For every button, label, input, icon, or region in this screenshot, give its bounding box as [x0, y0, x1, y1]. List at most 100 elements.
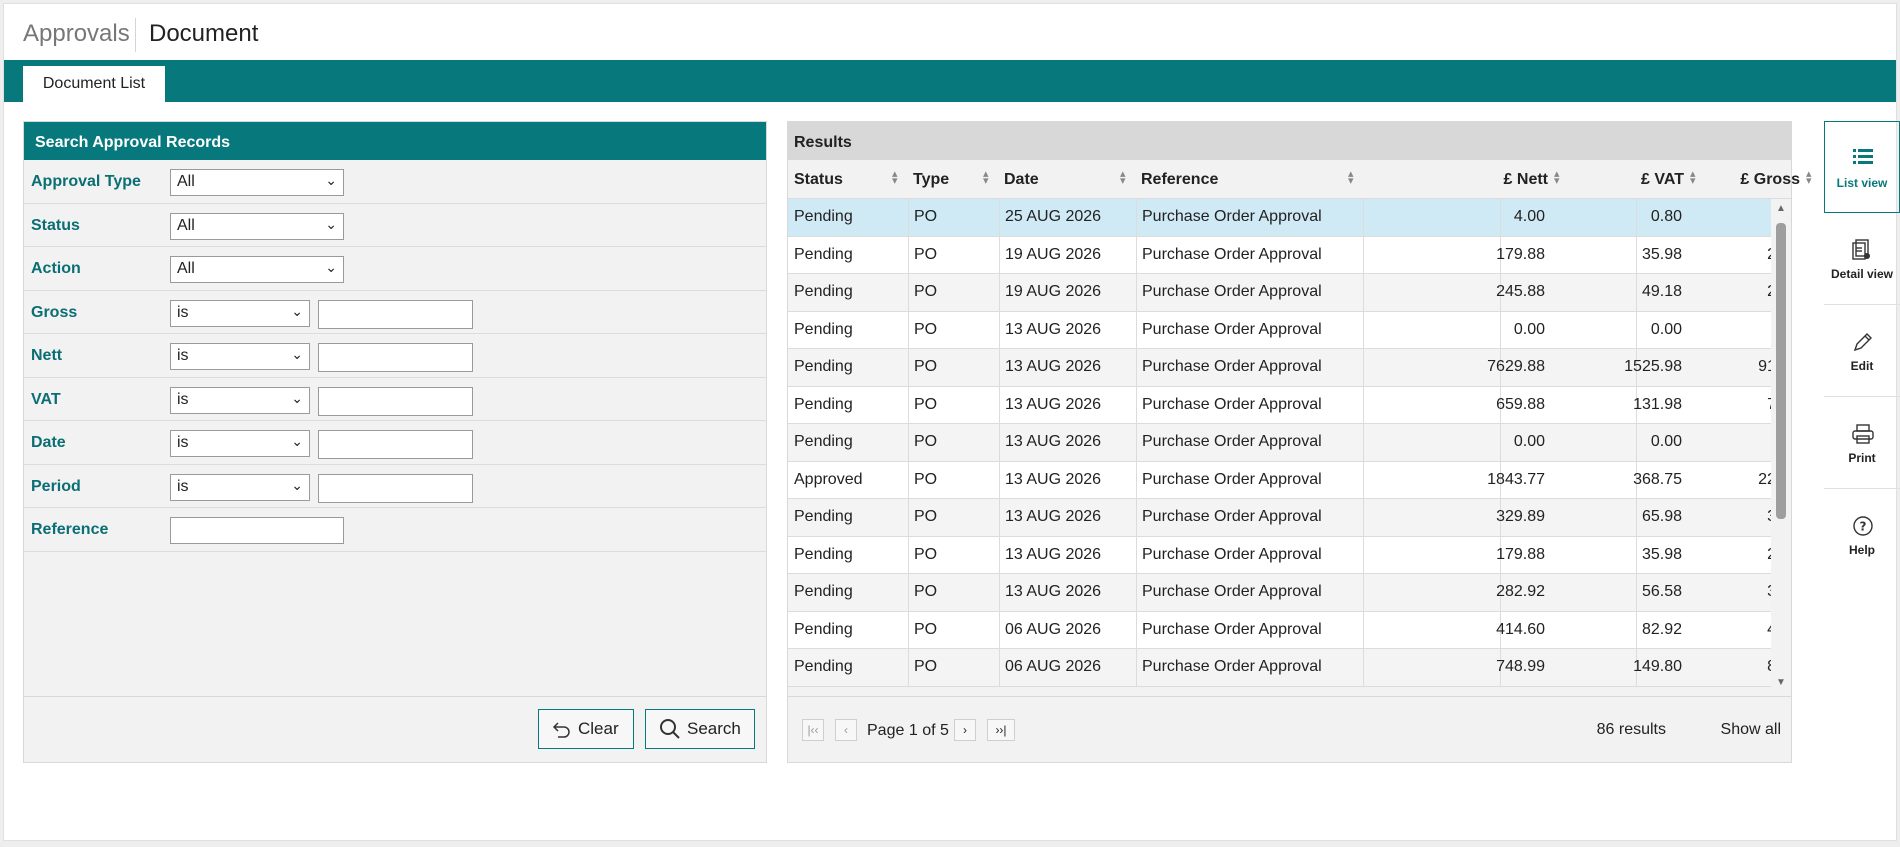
column-divider [1136, 461, 1137, 498]
column-header-nett[interactable]: £ Nett [1428, 171, 1548, 189]
cell-nett: 1843.77 [1487, 470, 1545, 488]
list-view-button[interactable]: List view [1824, 121, 1900, 213]
action-select[interactable]: All ⌄ [170, 256, 344, 283]
date-operator-select[interactable]: is ⌄ [170, 430, 310, 457]
cell-vat: 0.00 [1650, 320, 1682, 338]
table-row[interactable]: Pending PO 13 AUG 2026 Purchase Order Appro… [788, 311, 1772, 349]
column-header-status[interactable]: Status [794, 171, 843, 189]
scroll-down-icon[interactable]: ▼ [1776, 677, 1786, 688]
results-table-body: Pending PO 25 AUG 2026 Purchase Order Appro… [788, 199, 1772, 692]
column-divider [999, 536, 1000, 573]
chevron-down-icon: ⌄ [325, 259, 337, 275]
column-divider [908, 611, 909, 648]
column-divider [1363, 574, 1364, 611]
column-divider [1136, 311, 1137, 348]
cell-nett: 4.00 [1513, 208, 1545, 225]
cell-nett: 245.88 [1496, 283, 1545, 300]
nett-operator-select[interactable]: is ⌄ [170, 343, 310, 370]
cell-date: 13 AUG 2026 [1005, 358, 1102, 375]
edit-button[interactable]: Edit [1824, 305, 1900, 397]
tab-bar: Document List [4, 60, 1896, 102]
filter-row-date: Date is ⌄ [24, 421, 766, 465]
clear-button[interactable]: Clear [538, 709, 634, 749]
table-row[interactable]: Pending PO 19 AUG 2026 Purchase Order Appro… [788, 274, 1772, 312]
cell-vat: 82.92 [1641, 620, 1682, 638]
help-button[interactable]: ? Help [1824, 489, 1900, 581]
scroll-up-icon[interactable]: ▲ [1776, 203, 1786, 214]
cell-nett: 329.89 [1496, 508, 1545, 525]
sort-icon[interactable]: ▴ ▾ [1554, 169, 1560, 187]
cell-type: PO [914, 358, 938, 375]
sort-icon[interactable]: ▴ ▾ [983, 169, 989, 187]
column-header-reference[interactable]: Reference [1141, 171, 1218, 189]
status-select[interactable]: All ⌄ [170, 212, 344, 240]
vat-operator-select[interactable]: is ⌄ [170, 386, 310, 414]
cell-status: Pending [794, 658, 853, 675]
tab-document-list[interactable]: Document List [23, 66, 165, 102]
column-divider [1136, 649, 1137, 686]
gross-value-input[interactable] [318, 299, 473, 329]
cell-type: PO [914, 283, 938, 300]
table-row[interactable]: Pending PO 06 AUG 2026 Purchase Order Appro… [788, 649, 1772, 687]
table-row[interactable]: Pending PO 19 AUG 2026 Purchase Order Appro… [788, 236, 1772, 274]
column-divider [1136, 499, 1137, 536]
reference-input[interactable] [170, 517, 344, 544]
page-header: Approvals Document [4, 4, 1896, 60]
first-page-icon[interactable]: |‹‹ [802, 719, 824, 741]
detail-view-button[interactable]: Detail view [1824, 213, 1900, 305]
column-header-date[interactable]: Date [1004, 171, 1039, 189]
column-divider [999, 649, 1000, 686]
list-icon [1853, 149, 1873, 164]
table-row[interactable]: Pending PO 13 AUG 2026 Purchase Order Appro… [788, 574, 1772, 612]
column-divider [1363, 236, 1364, 273]
chevron-down-icon: ⌄ [291, 302, 303, 319]
filter-label: Nett [31, 347, 63, 364]
table-row[interactable]: Pending PO 13 AUG 2026 Purchase Order Appro… [788, 499, 1772, 537]
table-row[interactable]: Pending PO 13 AUG 2026 Purchase Order Appro… [788, 424, 1772, 462]
pencil-icon [1853, 333, 1872, 352]
search-panel-title: Search Approval Records [24, 122, 766, 160]
filter-label: Reference [31, 521, 109, 538]
approval-type-select[interactable]: All ⌄ [170, 169, 344, 196]
sort-icon[interactable]: ▴ ▾ [1120, 169, 1126, 187]
results-scrollbar[interactable]: ▲ ▼ [1771, 199, 1791, 692]
scrollbar-thumb[interactable] [1776, 223, 1786, 519]
last-page-icon[interactable]: ››| [987, 719, 1015, 741]
nett-value-input[interactable] [318, 343, 473, 372]
column-divider [1136, 236, 1137, 273]
cell-reference: Purchase Order Approval [1142, 658, 1322, 675]
filter-row-action: Action All ⌄ [24, 247, 766, 291]
column-header-type[interactable]: Type [913, 171, 949, 189]
date-value-input[interactable] [318, 430, 473, 459]
period-operator-select[interactable]: is ⌄ [170, 473, 310, 501]
period-value-input[interactable] [318, 473, 473, 503]
prev-page-icon[interactable]: ‹ [835, 719, 857, 741]
next-page-icon[interactable]: › [954, 719, 976, 741]
sort-icon[interactable]: ▴ ▾ [1348, 169, 1354, 187]
cell-nett: 179.88 [1496, 545, 1545, 563]
column-divider [999, 424, 1000, 461]
table-row[interactable]: Pending PO 06 AUG 2026 Purchase Order Appro… [788, 611, 1772, 649]
breadcrumb-section[interactable]: Approvals [23, 20, 130, 48]
detail-icon [1852, 239, 1870, 260]
table-row[interactable]: Pending PO 25 AUG 2026 Purchase Order Appro… [788, 199, 1772, 237]
sort-icon[interactable]: ▴ ▾ [1806, 169, 1812, 187]
table-row[interactable]: Approved PO 13 AUG 2026 Purchase Order Appr… [788, 461, 1772, 499]
show-all-link[interactable]: Show all [1721, 721, 1781, 739]
column-header-gross[interactable]: £ Gross [1688, 171, 1800, 189]
print-button[interactable]: Print [1824, 397, 1900, 489]
cell-vat: 149.80 [1633, 658, 1682, 675]
cell-type: PO [914, 245, 938, 263]
column-divider [999, 236, 1000, 273]
sort-icon[interactable]: ▴ ▾ [892, 169, 898, 187]
column-divider [908, 274, 909, 311]
table-row[interactable]: Pending PO 13 AUG 2026 Purchase Order Appro… [788, 349, 1772, 387]
gross-operator-select[interactable]: is ⌄ [170, 299, 310, 327]
filter-label: Action [31, 260, 81, 277]
vat-value-input[interactable] [318, 386, 473, 416]
search-button[interactable]: Search [645, 709, 755, 749]
table-row[interactable]: Pending PO 13 AUG 2026 Purchase Order Appro… [788, 386, 1772, 424]
table-row[interactable]: Pending PO 13 AUG 2026 Purchase Order Appro… [788, 536, 1772, 574]
column-header-vat[interactable]: £ VAT [1568, 171, 1684, 189]
cell-status: Approved [794, 470, 863, 488]
